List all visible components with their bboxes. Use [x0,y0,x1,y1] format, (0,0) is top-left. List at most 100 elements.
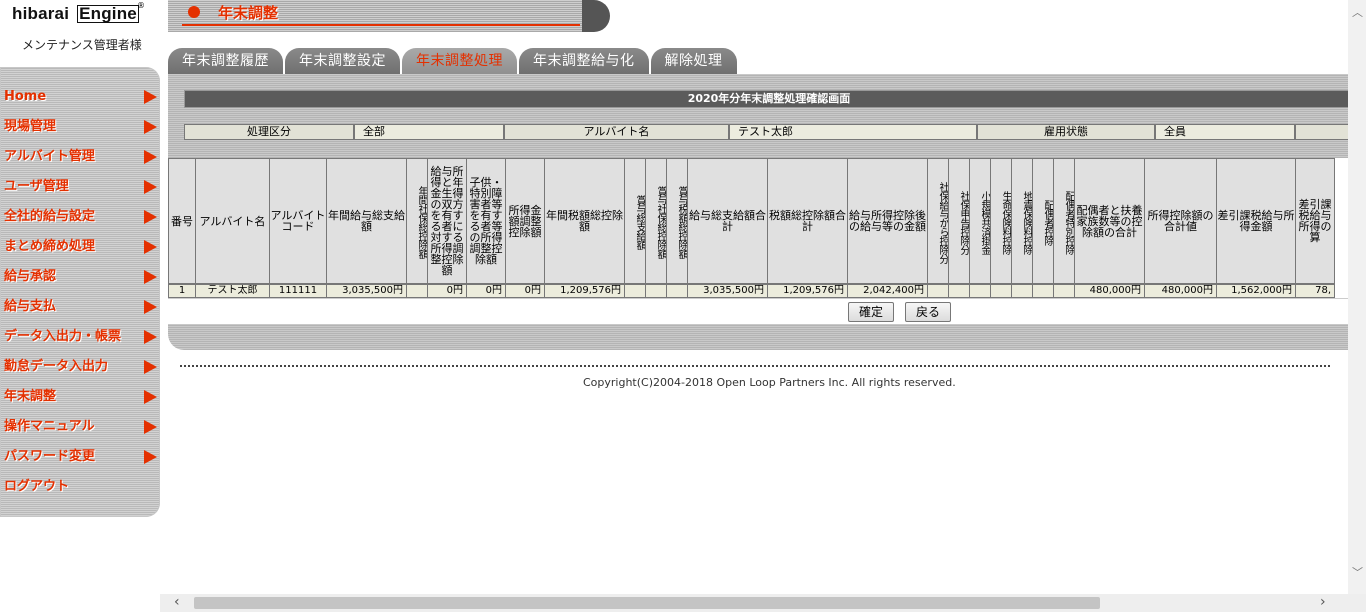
table-cell [1032,284,1054,298]
sidebar-item[interactable]: 給与承認 [0,265,160,295]
sidebar-item[interactable]: データ入出力・帳票 [0,325,160,355]
scroll-up-icon[interactable]: ︿ [1352,4,1363,20]
scrollbar-thumb[interactable] [194,597,1100,609]
table-cell: 0円 [427,284,467,298]
arrow-right-icon [144,210,157,224]
tab[interactable]: 年末調整処理 [402,48,517,74]
tab-bar: 年末調整履歴 年末調整設定 年末調整処理 年末調整給与化 解除処理 [168,48,739,74]
sidebar-item[interactable]: 年末調整 [0,385,160,415]
table-cell: 480,000円 [1144,284,1217,298]
tab[interactable]: 年末調整給与化 [519,48,649,74]
process-type-value[interactable]: 全部 [354,124,504,140]
sidebar-item[interactable]: アルバイト管理 [0,145,160,175]
table-cell: 2,042,400円 [847,284,928,298]
table-header-cell: 地震保険料控除 [1011,158,1033,284]
table-header-cell: 社保給与から控除分 [927,158,949,284]
table-cell [666,284,688,298]
sidebar-item-label: アルバイト管理 [4,149,95,164]
table-cell [990,284,1012,298]
table-cell: 1,209,576円 [767,284,848,298]
table-cell [948,284,970,298]
logo-area: hibarai Engine ® メンテナンス管理者様 [0,0,160,66]
sidebar-item[interactable]: まとめ締め処理 [0,235,160,265]
arrow-right-icon [144,120,157,134]
table-cell: 0円 [466,284,506,298]
employment-status-label: 雇用状態 [977,124,1155,140]
user-greeting: メンテナンス管理者様 [22,38,142,52]
table-cell [645,284,667,298]
sidebar-item-label: ユーザ管理 [4,179,69,194]
table-header-cell: 所得控除額の合計値 [1144,158,1217,284]
arrow-right-icon [144,90,157,104]
worker-name-value[interactable]: テスト太郎 [729,124,977,140]
tab[interactable]: 年末調整設定 [285,48,400,74]
table-header-cell: 賞与総支給額 [624,158,646,284]
table-header-cell: 差引課税給与所得金額 [1216,158,1296,284]
table-header-cell: 給与所得控除後の給与等の金額 [847,158,928,284]
sidebar-item-label: まとめ締め処理 [4,239,96,254]
sidebar-item-label: 全社的給与設定 [4,209,96,224]
back-button[interactable]: 戻る [905,302,952,322]
arrow-right-icon [144,420,157,434]
footer-divider [180,365,1330,367]
arrow-right-icon [144,240,157,254]
table-header-cell: 給与所得と年金生得の双方を有する者に対する所得調整控除額 [427,158,467,284]
table-header-cell: 年間給与総支給額 [326,158,407,284]
registered-mark: ® [137,1,145,10]
scroll-right-icon[interactable]: › [1320,594,1326,610]
sidebar-item[interactable]: 給与支払 [0,295,160,325]
title-dot-icon [188,6,200,18]
sidebar-item-label: 現場管理 [4,119,57,134]
table-cell: 3,035,500円 [687,284,768,298]
table-cell: 480,000円 [1074,284,1145,298]
table-cell: 1 [168,284,196,298]
table-header-cell: 差引課税給与所得の算 [1295,158,1335,284]
sidebar-item[interactable]: パスワード変更 [0,445,160,475]
table-header-cell: 配偶者控除 [1032,158,1054,284]
table-header-cell: 給与総支給額合計 [687,158,768,284]
confirm-button[interactable]: 確定 [848,302,895,322]
sidebar-nav: Home 現場管理アルバイト管理 ユーザ管理全社的給与設定 まとめ締め処理 給与承認給与… [0,67,160,517]
sidebar-item-label: パスワード変更 [4,449,96,464]
table-header-cell: 小規模共済掛金 [969,158,991,284]
content-panel: 2020年分年末調整処理確認画面 処理区分 全部 アルバイト名 テスト太郎 雇用… [168,74,1366,350]
table-header-cell: 子供・特別障害者等を有する者等の所得調整控除額 [466,158,506,284]
arrow-right-icon [144,270,157,284]
arrow-right-icon [144,330,157,344]
horizontal-scrollbar[interactable]: ‹ › [160,594,1366,612]
page-title-bar: 年末調整 [168,0,610,32]
table-cell: 1,562,000円 [1216,284,1296,298]
sidebar-item[interactable]: 全社的給与設定 [0,205,160,235]
process-type-label: 処理区分 [184,124,354,140]
table-header-cell: 年間税額総控除額 [544,158,625,284]
table-cell: テスト太郎 [195,284,270,298]
table-header-cell: 番号 [168,158,196,284]
table-header-cell: 配偶者と扶養家族数等の控除額の合計 [1074,158,1145,284]
sidebar-item[interactable]: 操作マニュアル [0,415,160,445]
scroll-down-icon[interactable]: ﹀ [1352,564,1363,580]
tab[interactable]: 年末調整履歴 [168,48,283,74]
sidebar-item-label: 給与支払 [4,299,57,314]
sidebar-item-label: ログアウト [4,479,70,494]
sidebar-item-label: 操作マニュアル [4,419,95,434]
brand-engine: Engine [77,4,139,23]
sidebar-item[interactable]: 現場管理 [0,115,160,145]
table-header-cell: 賞与税額総控除額 [666,158,688,284]
page-title: 年末調整 [218,4,279,22]
sidebar-item-label: データ入出力・帳票 [4,329,122,344]
table-header-cell: 所得金額調整控除額 [505,158,545,284]
employment-status-value[interactable]: 全員 [1155,124,1295,140]
sidebar-item[interactable]: Home [0,85,160,115]
panel-title: 2020年分年末調整処理確認画面 [184,90,1354,108]
sidebar-item-label: 給与承認 [4,269,57,284]
sidebar-item[interactable]: ログアウト [0,475,160,505]
arrow-right-icon [144,300,157,314]
sidebar-item[interactable]: ユーザ管理 [0,175,160,205]
table-cell [406,284,428,298]
sidebar-item-label: 勤怠データ入出力 [4,359,109,374]
sidebar-item[interactable]: 勤怠データ入出力 [0,355,160,385]
tab[interactable]: 解除処理 [650,48,737,74]
vertical-scrollbar[interactable]: ︿ ﹀ [1348,0,1366,596]
brand-name: hibarai [12,4,70,23]
scroll-left-icon[interactable]: ‹ [174,594,180,610]
